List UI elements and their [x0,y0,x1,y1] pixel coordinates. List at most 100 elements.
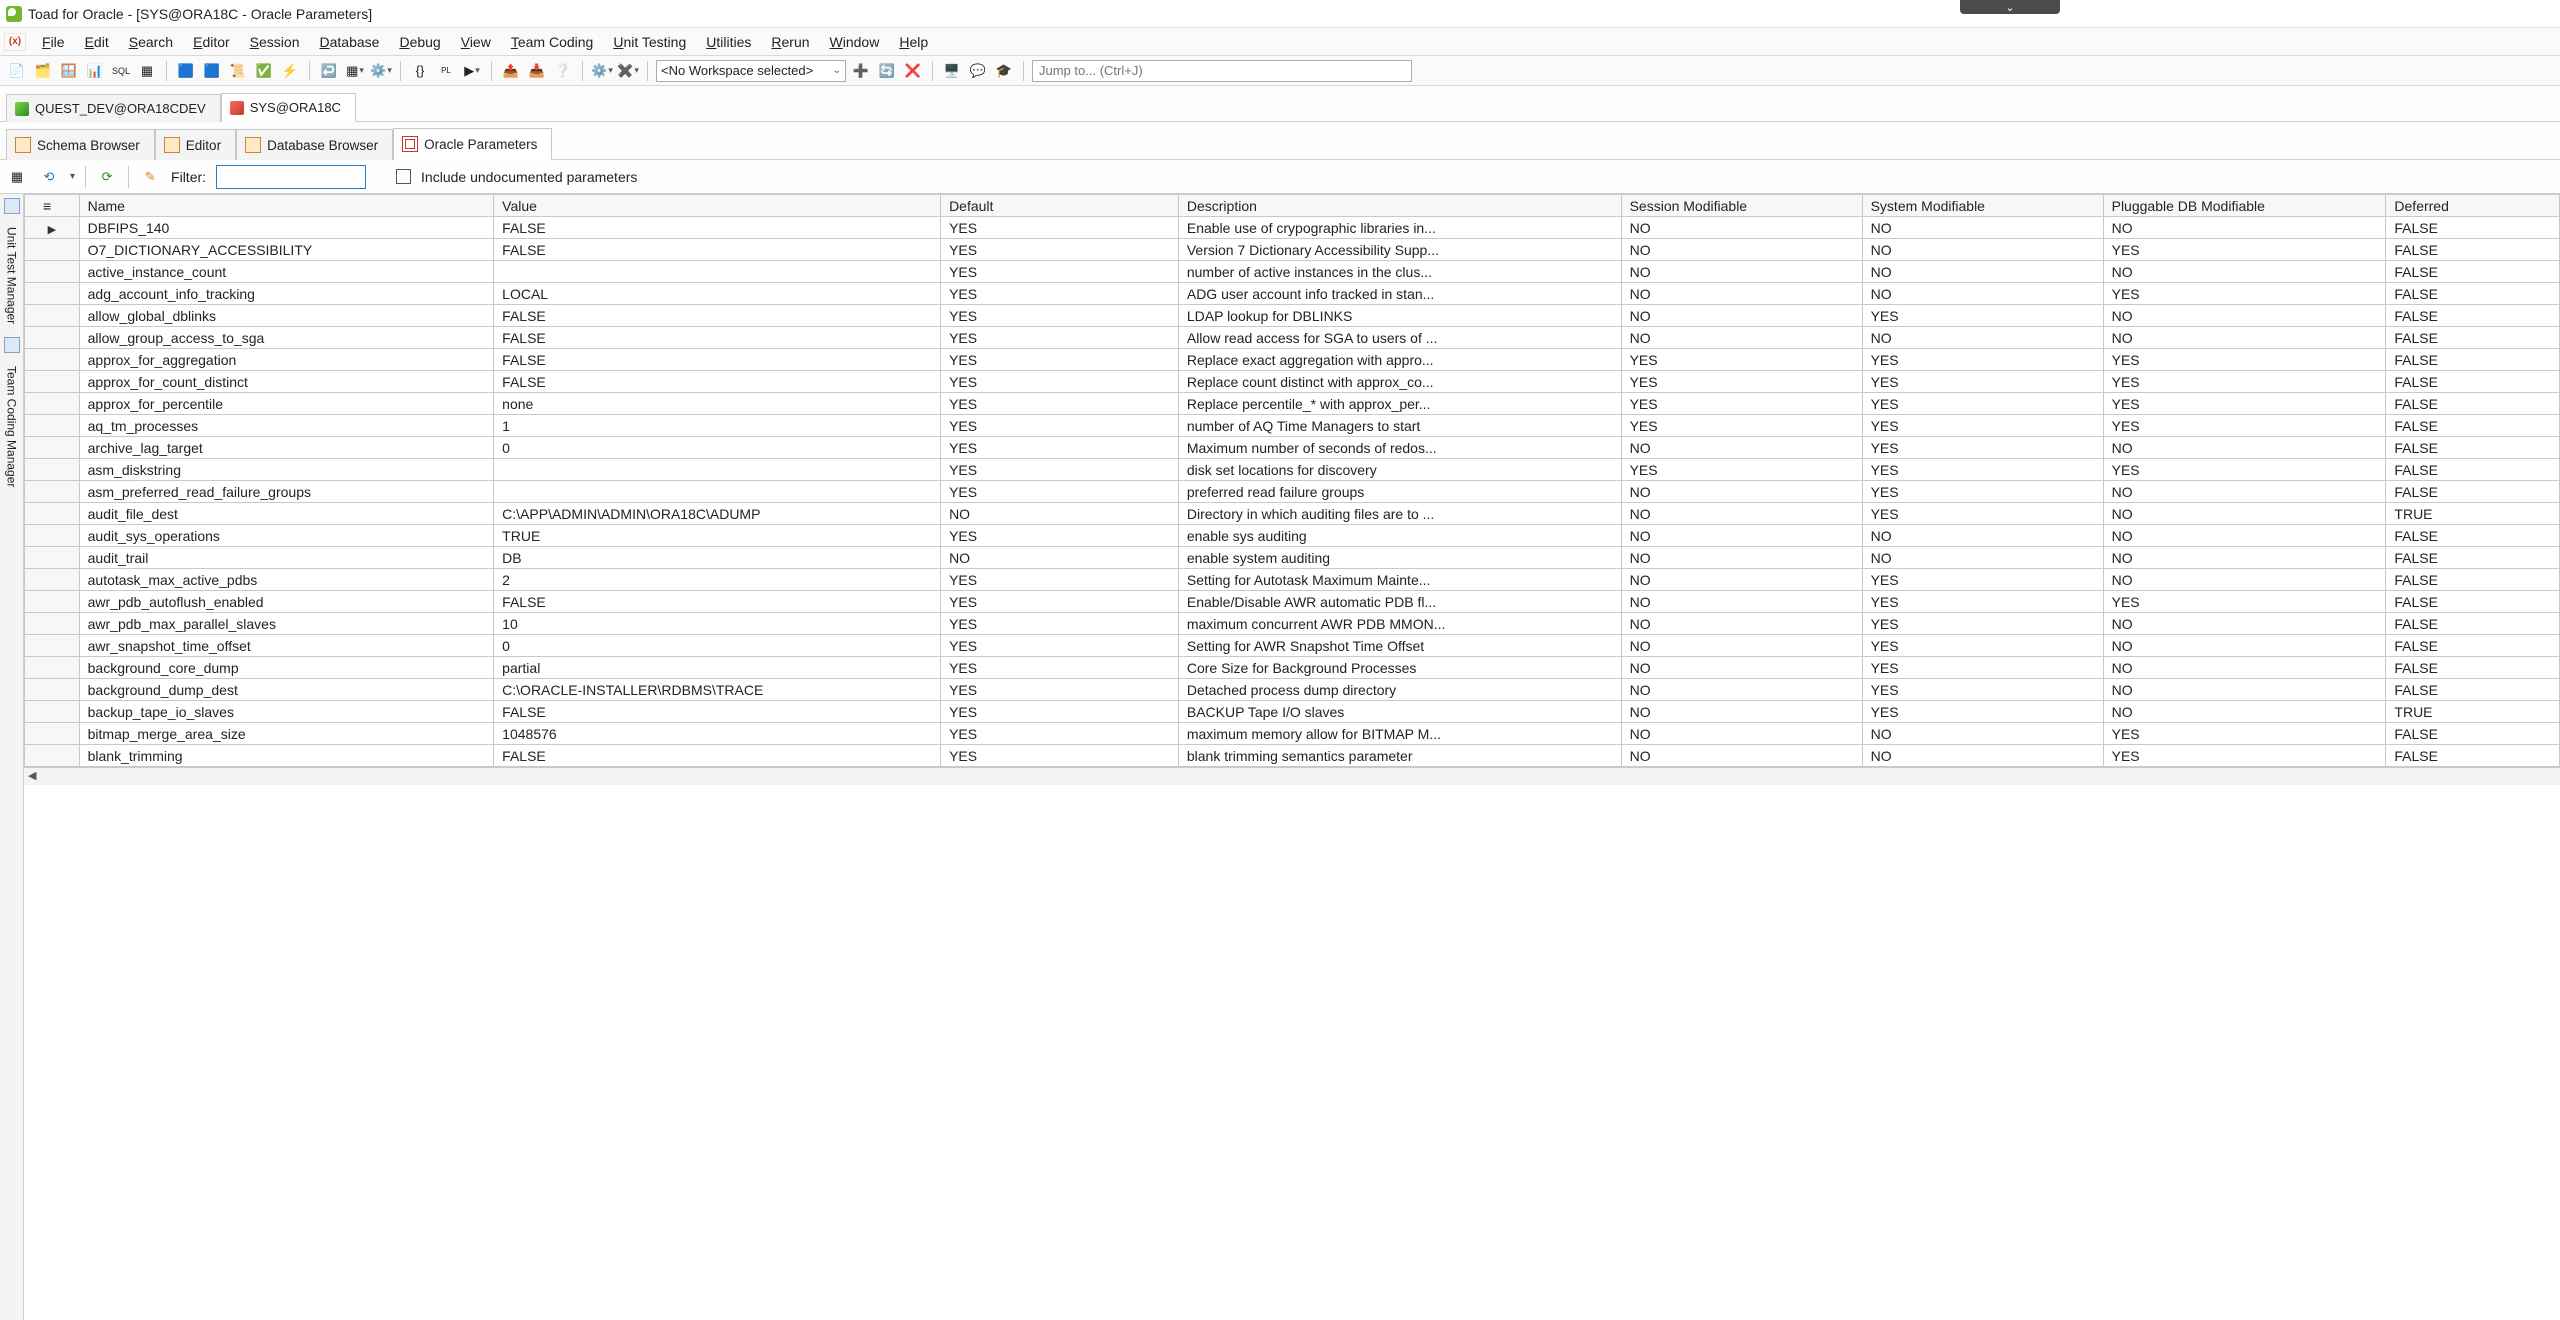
hat-icon[interactable]: 🎓 [993,60,1015,82]
cell-sys[interactable]: YES [1862,613,2103,635]
cell-pdb[interactable]: NO [2103,305,2386,327]
window-tile-icon[interactable]: 🪟 [58,60,80,82]
cell-sys[interactable]: YES [1862,371,2103,393]
script-run-icon[interactable]: 📜 [227,60,249,82]
cell-defr[interactable]: FALSE [2386,371,2560,393]
table-row[interactable]: approx_for_percentilenoneYESReplace perc… [25,393,2560,415]
cell-sess[interactable]: NO [1621,217,1862,239]
cell-sys[interactable]: YES [1862,481,2103,503]
cell-value[interactable]: FALSE [494,327,941,349]
cell-desc[interactable]: enable system auditing [1178,547,1621,569]
cell-desc[interactable]: BACKUP Tape I/O slaves [1178,701,1621,723]
cell-sess[interactable]: NO [1621,569,1862,591]
cell-value[interactable]: 2 [494,569,941,591]
top-drag-handle[interactable]: ⌄ [1960,0,2060,14]
cell-desc[interactable]: Enable/Disable AWR automatic PDB fl... [1178,591,1621,613]
cell-default[interactable]: YES [941,591,1179,613]
cell-desc[interactable]: Version 7 Dictionary Accessibility Supp.… [1178,239,1621,261]
dataset-dd-icon[interactable]: ▦ [344,60,366,82]
cell-sess[interactable]: YES [1621,393,1862,415]
menu-search[interactable]: Search [119,32,183,52]
cell-pdb[interactable]: YES [2103,745,2386,767]
cell-sess[interactable]: YES [1621,371,1862,393]
table-row[interactable]: approx_for_aggregationFALSEYESReplace ex… [25,349,2560,371]
cell-value[interactable]: DB [494,547,941,569]
cell-pdb[interactable]: NO [2103,679,2386,701]
scroll-left-icon[interactable]: ◀ [28,769,36,782]
cell-name[interactable]: allow_global_dblinks [79,305,494,327]
cell-sys[interactable]: YES [1862,349,2103,371]
cell-defr[interactable]: FALSE [2386,459,2560,481]
rail-team-icon[interactable] [4,337,20,353]
cell-default[interactable]: YES [941,239,1179,261]
column-header[interactable]: Deferred [2386,195,2560,217]
cell-default[interactable]: YES [941,217,1179,239]
table-row[interactable]: background_core_dumppartialYESCore Size … [25,657,2560,679]
cell-value[interactable]: FALSE [494,591,941,613]
cell-name[interactable]: approx_for_aggregation [79,349,494,371]
column-header[interactable]: System Modifiable [1862,195,2103,217]
cell-pdb[interactable]: NO [2103,635,2386,657]
cell-pdb[interactable]: NO [2103,261,2386,283]
filter-input[interactable] [216,165,366,189]
gear-add-dd-icon[interactable]: ⚙️ [591,60,613,82]
cell-pdb[interactable]: YES [2103,415,2386,437]
cell-defr[interactable]: FALSE [2386,547,2560,569]
chevron-down-icon[interactable]: ▾ [70,171,75,182]
cell-value[interactable]: FALSE [494,745,941,767]
cell-value[interactable]: FALSE [494,305,941,327]
cell-desc[interactable]: Core Size for Background Processes [1178,657,1621,679]
cell-name[interactable]: background_dump_dest [79,679,494,701]
cell-name[interactable]: audit_trail [79,547,494,569]
cell-sess[interactable]: NO [1621,547,1862,569]
cell-desc[interactable]: Replace count distinct with approx_co... [1178,371,1621,393]
cell-name[interactable]: approx_for_count_distinct [79,371,494,393]
ws-del-icon[interactable]: ❌ [902,60,924,82]
table-row[interactable]: awr_pdb_max_parallel_slaves10YESmaximum … [25,613,2560,635]
cell-defr[interactable]: FALSE [2386,239,2560,261]
cell-sess[interactable]: NO [1621,481,1862,503]
cell-defr[interactable]: TRUE [2386,701,2560,723]
cell-desc[interactable]: number of AQ Time Managers to start [1178,415,1621,437]
cell-defr[interactable]: FALSE [2386,591,2560,613]
cell-sys[interactable]: NO [1862,261,2103,283]
cell-pdb[interactable]: NO [2103,701,2386,723]
cell-sys[interactable]: YES [1862,635,2103,657]
table-row[interactable]: O7_DICTIONARY_ACCESSIBILITYFALSEYESVersi… [25,239,2560,261]
cell-pdb[interactable]: YES [2103,349,2386,371]
cell-desc[interactable]: Setting for AWR Snapshot Time Offset [1178,635,1621,657]
cell-value[interactable]: LOCAL [494,283,941,305]
cell-pdb[interactable]: NO [2103,437,2386,459]
cell-sess[interactable]: NO [1621,503,1862,525]
cell-value[interactable]: FALSE [494,701,941,723]
cell-sess[interactable]: NO [1621,437,1862,459]
menu-debug[interactable]: Debug [389,32,450,52]
cell-value[interactable]: none [494,393,941,415]
table-row[interactable]: background_dump_destC:\ORACLE-INSTALLER\… [25,679,2560,701]
cell-name[interactable]: archive_lag_target [79,437,494,459]
table-row[interactable]: autotask_max_active_pdbs2YESSetting for … [25,569,2560,591]
cell-desc[interactable]: maximum memory allow for BITMAP M... [1178,723,1621,745]
cell-defr[interactable]: FALSE [2386,305,2560,327]
parameter-grid-wrap[interactable]: ≡NameValueDefaultDescriptionSession Modi… [24,194,2560,1320]
cell-defr[interactable]: FALSE [2386,635,2560,657]
cell-default[interactable]: YES [941,327,1179,349]
cell-name[interactable]: aq_tm_processes [79,415,494,437]
cell-desc[interactable]: Setting for Autotask Maximum Mainte... [1178,569,1621,591]
document-tab[interactable]: Editor [155,129,236,160]
cell-defr[interactable]: FALSE [2386,217,2560,239]
cell-sys[interactable]: YES [1862,657,2103,679]
table-row[interactable]: allow_group_access_to_sgaFALSEYESAllow r… [25,327,2560,349]
cell-value[interactable]: TRUE [494,525,941,547]
cell-pdb[interactable]: NO [2103,547,2386,569]
connection-tab[interactable]: SYS@ORA18C [221,93,356,122]
cell-desc[interactable]: LDAP lookup for DBLINKS [1178,305,1621,327]
table-row[interactable]: approx_for_count_distinctFALSEYESReplace… [25,371,2560,393]
column-header[interactable]: Pluggable DB Modifiable [2103,195,2386,217]
workspace-combo[interactable]: <No Workspace selected> ⌄ [656,60,846,82]
cell-sess[interactable]: YES [1621,459,1862,481]
menu-help[interactable]: Help [889,32,938,52]
cell-sess[interactable]: NO [1621,591,1862,613]
cell-name[interactable]: backup_tape_io_slaves [79,701,494,723]
column-header[interactable]: Session Modifiable [1621,195,1862,217]
